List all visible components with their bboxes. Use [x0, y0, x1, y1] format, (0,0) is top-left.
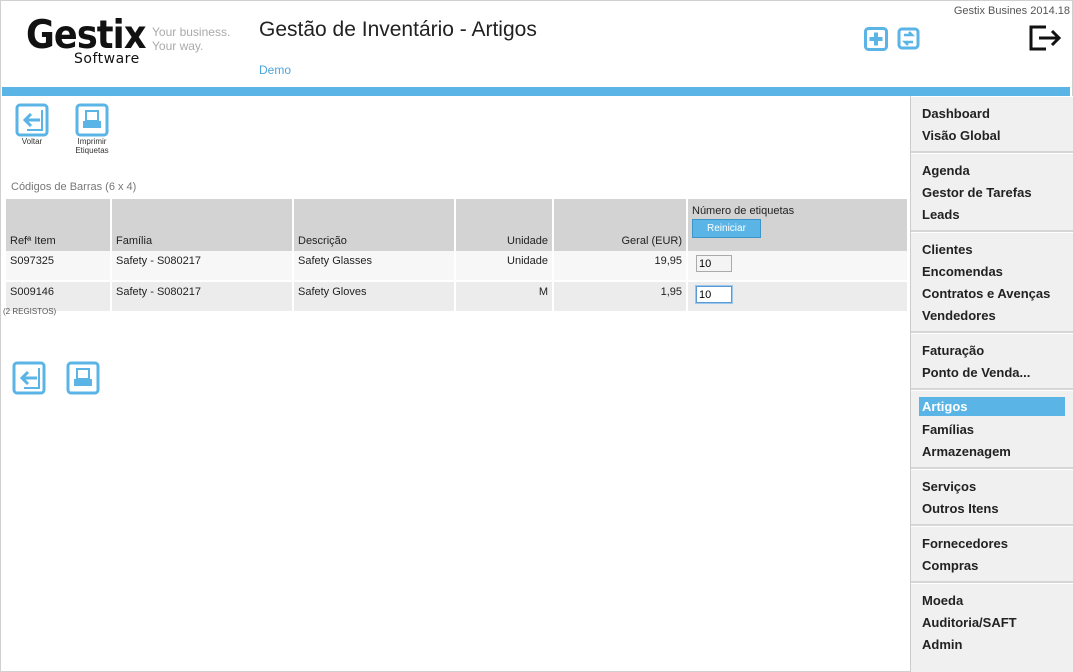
- sidebar-item-leads[interactable]: Leads: [921, 204, 1065, 226]
- sidebar-item-gestor-tarefas[interactable]: Gestor de Tarefas: [921, 182, 1065, 204]
- refresh-icon: [897, 27, 920, 50]
- print-labels-button-bottom[interactable]: [66, 361, 100, 400]
- sidebar-item-dashboard[interactable]: Dashboard: [921, 103, 1065, 125]
- cell-price: 19,95: [554, 251, 686, 282]
- logout-icon: [1029, 25, 1062, 51]
- cell-unit: Unidade: [456, 251, 552, 282]
- cell-qty: [688, 251, 907, 282]
- cell-ref: S097325: [6, 251, 110, 282]
- add-button[interactable]: [864, 27, 888, 56]
- back-button[interactable]: Voltar: [7, 103, 57, 146]
- sidebar-item-familias[interactable]: Famílias: [921, 419, 1065, 441]
- print-icon: [66, 361, 100, 395]
- sidebar-group: Dashboard Visão Global: [911, 96, 1073, 153]
- sidebar-item-compras[interactable]: Compras: [921, 555, 1065, 577]
- col-family[interactable]: Família: [112, 199, 292, 251]
- table-header-row: Refª Item Família Descrição Unidade Gera…: [6, 199, 907, 251]
- sidebar-item-visao-global[interactable]: Visão Global: [921, 125, 1065, 147]
- section-title: Códigos de Barras (6 x 4): [11, 181, 137, 193]
- sidebar-item-artigos[interactable]: Artigos: [919, 397, 1065, 416]
- sidebar-group: Agenda Gestor de Tarefas Leads: [911, 153, 1073, 232]
- sidebar-item-vendedores[interactable]: Vendedores: [921, 305, 1065, 327]
- print-label-1: Imprimir: [77, 137, 107, 146]
- cell-unit: M: [456, 282, 552, 313]
- sidebar-item-contratos[interactable]: Contratos e Avenças: [921, 283, 1065, 305]
- version-label: Gestix Busines 2014.18: [953, 5, 1070, 17]
- record-count: (2 REGISTOS): [3, 307, 57, 316]
- cell-description: Safety Gloves: [294, 282, 454, 313]
- back-button-bottom[interactable]: [12, 361, 46, 400]
- logout-button[interactable]: [1028, 24, 1064, 57]
- sidebar-group: Fornecedores Compras: [911, 526, 1073, 583]
- sidebar-item-servicos[interactable]: Serviços: [921, 476, 1065, 498]
- print-labels-button[interactable]: Imprimir Etiquetas: [67, 103, 117, 155]
- table-row: S009146 Safety - S080217 Safety Gloves M…: [6, 282, 907, 313]
- cell-qty: [688, 282, 907, 313]
- sidebar-item-auditoria[interactable]: Auditoria/SAFT: [921, 612, 1065, 634]
- tagline: Your business. Your way.: [152, 25, 230, 53]
- cell-description: Safety Glasses: [294, 251, 454, 282]
- sidebar-item-ponto-venda[interactable]: Ponto de Venda...: [921, 362, 1065, 384]
- sidebar-item-encomendas[interactable]: Encomendas: [921, 261, 1065, 283]
- sidebar-item-outros-itens[interactable]: Outros Itens: [921, 498, 1065, 520]
- sidebar-group: Artigos Famílias Armazenagem: [911, 390, 1073, 469]
- sidebar-item-armazenagem[interactable]: Armazenagem: [921, 441, 1065, 463]
- sidebar-item-faturacao[interactable]: Faturação: [921, 340, 1065, 362]
- label-count-input[interactable]: [696, 255, 732, 272]
- header-accent-bar: [2, 87, 1070, 96]
- add-icon: [864, 27, 888, 51]
- sidebar-item-fornecedores[interactable]: Fornecedores: [921, 533, 1065, 555]
- company-link[interactable]: Demo: [259, 63, 291, 77]
- sidebar-group: Clientes Encomendas Contratos e Avenças …: [911, 232, 1073, 333]
- table-row: S097325 Safety - S080217 Safety Glasses …: [6, 251, 907, 282]
- page-title: Gestão de Inventário - Artigos: [259, 18, 537, 41]
- cell-family: Safety - S080217: [112, 282, 292, 313]
- back-label: Voltar: [21, 137, 43, 146]
- col-price[interactable]: Geral (EUR): [554, 199, 686, 251]
- print-label-2: Etiquetas: [75, 146, 109, 155]
- back-icon: [12, 361, 46, 395]
- reset-button[interactable]: Reiniciar: [692, 219, 761, 238]
- cell-family: Safety - S080217: [112, 251, 292, 282]
- col-ref[interactable]: Refª Item: [6, 199, 110, 251]
- sidebar-group: Serviços Outros Itens: [911, 469, 1073, 526]
- sidebar-item-moeda[interactable]: Moeda: [921, 590, 1065, 612]
- sidebar-group: Faturação Ponto de Venda...: [911, 333, 1073, 390]
- sidebar-item-admin[interactable]: Admin: [921, 634, 1065, 656]
- label-count-input[interactable]: [696, 286, 732, 303]
- sidebar-item-agenda[interactable]: Agenda: [921, 160, 1065, 182]
- refresh-button[interactable]: [895, 25, 922, 57]
- barcode-table: Refª Item Família Descrição Unidade Gera…: [4, 199, 909, 313]
- logo-sub: Software: [74, 51, 140, 67]
- tagline-line-2: Your way.: [152, 39, 204, 53]
- back-icon: [15, 103, 49, 137]
- print-icon: [75, 103, 109, 137]
- cell-price: 1,95: [554, 282, 686, 313]
- sidebar-group: Moeda Auditoria/SAFT Admin: [911, 583, 1073, 660]
- col-description[interactable]: Descrição: [294, 199, 454, 251]
- col-labels: Número de etiquetas Reiniciar: [688, 199, 907, 251]
- col-unit[interactable]: Unidade: [456, 199, 552, 251]
- sidebar: Dashboard Visão Global Agenda Gestor de …: [910, 96, 1073, 672]
- sidebar-item-clientes[interactable]: Clientes: [921, 239, 1065, 261]
- col-labels-title: Número de etiquetas: [692, 205, 795, 217]
- tagline-line-1: Your business.: [152, 25, 231, 39]
